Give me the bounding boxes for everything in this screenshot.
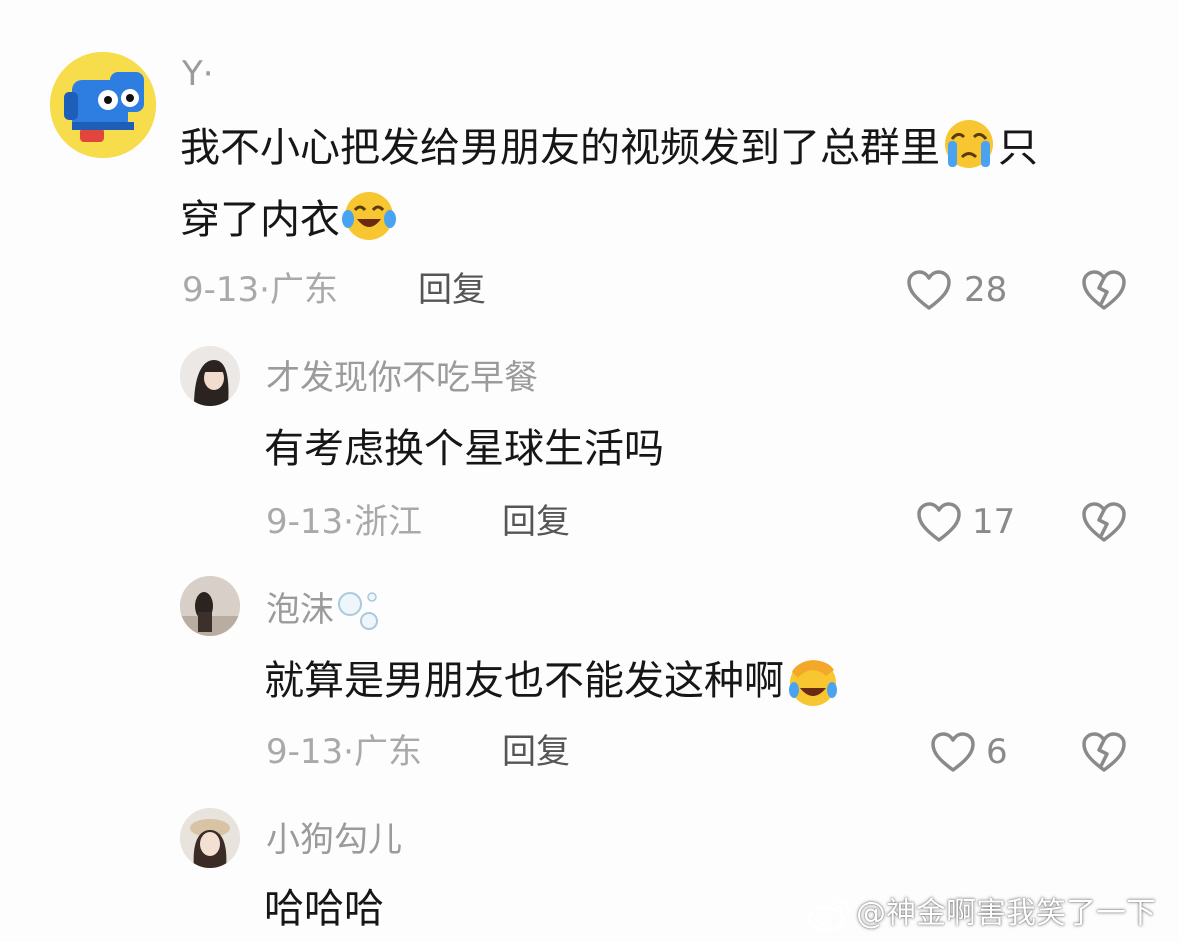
reply-1-text: 有考虑换个星球生活吗 [264, 426, 664, 472]
reply-2-username[interactable]: 泡沫 [266, 588, 382, 632]
reply-2-location: 广东 [353, 732, 422, 772]
comment-text-line2: 穿了内衣 [180, 184, 1140, 256]
avatar-reply-3[interactable] [180, 808, 240, 868]
reply-2-date: 9-13· [266, 732, 354, 772]
pixel-dog-avatar-icon [50, 52, 156, 158]
user-photo-avatar-icon [180, 576, 240, 636]
avatar-reply-1[interactable] [180, 346, 240, 406]
reply-1-meta: 9-13·浙江 [266, 502, 422, 542]
comment-text: 我不小心把发给男朋友的视频发到了总群里 只 穿了内衣 [180, 112, 1140, 256]
reply-1-dislike-button[interactable] [1080, 500, 1128, 548]
comment-text-line1: 我不小心把发给男朋友的视频发到了总群里 只 [180, 112, 1140, 184]
reply-1-like-count: 17 [972, 502, 1016, 542]
watermark: @神金啊害我笑了一下 [806, 894, 1156, 934]
crying-face-emoji-icon [945, 120, 993, 168]
reply-2-dislike-button[interactable] [1080, 730, 1128, 778]
reply-2-text: 就算是男朋友也不能发这种啊 [264, 654, 842, 708]
heart-outline-icon [907, 270, 951, 310]
heart-outline-icon [917, 502, 961, 542]
comment-like-count: 28 [964, 270, 1008, 310]
comment-like-button[interactable]: 28 [906, 268, 1007, 312]
reply-3-text: 哈哈哈 [264, 886, 384, 932]
comment-reply-button[interactable]: 回复 [418, 270, 486, 310]
facepalm-laugh-emoji-icon [789, 660, 837, 706]
avatar-reply-2[interactable] [180, 576, 240, 636]
comment-location: 广东 [269, 270, 338, 310]
reply-2-like-count: 6 [986, 732, 1008, 772]
broken-heart-icon [1082, 502, 1126, 542]
user-photo-avatar-icon [180, 346, 240, 406]
comment-username[interactable]: Y· [182, 54, 214, 94]
reply-1-username[interactable]: 才发现你不吃早餐 [266, 358, 538, 398]
reply-3-username[interactable]: 小狗勾儿 [266, 820, 402, 860]
reply-1-reply-button[interactable]: 回复 [502, 502, 570, 542]
reply-1-like-button[interactable]: 17 [916, 500, 1015, 544]
avatar-y[interactable] [50, 52, 156, 158]
user-photo-avatar-icon [180, 808, 240, 868]
reply-2-like-button[interactable]: 6 [930, 730, 1008, 774]
reply-2-meta: 9-13·广东 [266, 732, 422, 772]
comment-date: 9-13· [182, 270, 270, 310]
broken-heart-icon [1082, 732, 1126, 772]
tears-of-joy-emoji-icon [342, 192, 396, 240]
heart-outline-icon [931, 732, 975, 772]
comment-dislike-button[interactable] [1080, 268, 1128, 316]
bubbles-icon [338, 592, 378, 630]
reply-2-reply-button[interactable]: 回复 [502, 732, 570, 772]
comment-meta: 9-13·广东 [182, 270, 338, 310]
reply-1-date: 9-13· [266, 502, 354, 542]
broken-heart-icon [1082, 270, 1126, 310]
reply-1-location: 浙江 [353, 502, 422, 542]
weibo-logo-icon [807, 899, 850, 932]
